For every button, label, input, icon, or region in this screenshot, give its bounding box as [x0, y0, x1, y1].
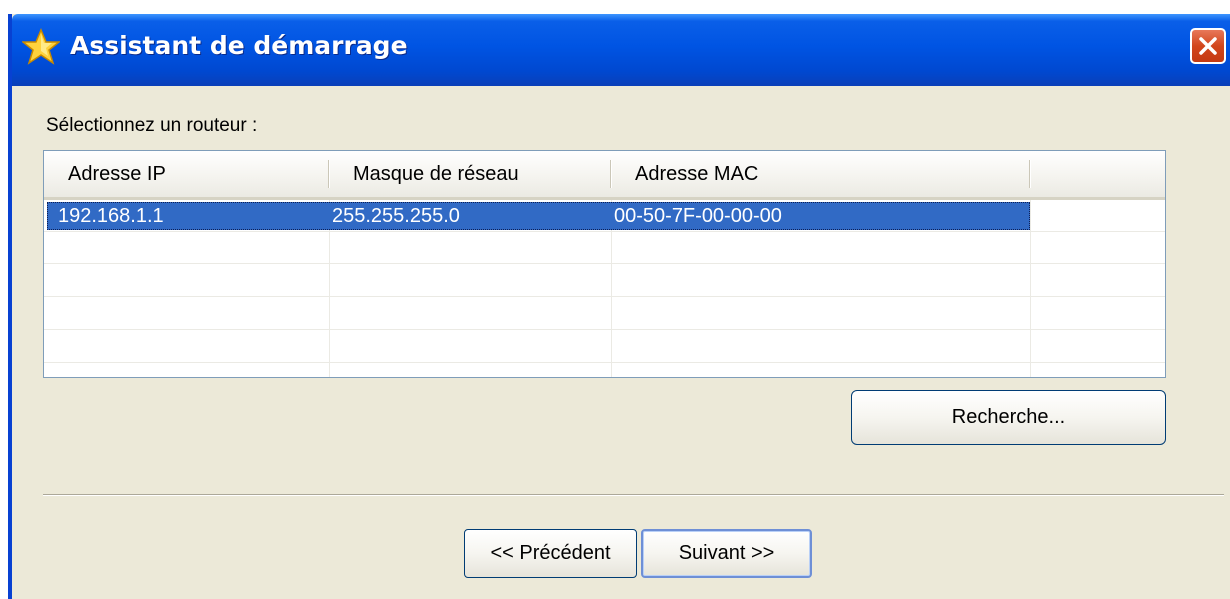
column-header-empty: [1030, 151, 1165, 197]
cell-ip: 192.168.1.1: [58, 205, 164, 227]
close-icon: [1199, 37, 1217, 55]
close-button[interactable]: [1190, 28, 1226, 64]
title-bar[interactable]: Assistant de démarrage: [12, 14, 1230, 86]
divider: [43, 494, 1224, 496]
column-header-ip[interactable]: Adresse IP: [44, 151, 328, 197]
column-header-mask[interactable]: Masque de réseau: [329, 151, 610, 197]
router-select-label: Sélectionnez un routeur :: [46, 115, 258, 136]
window-title: Assistant de démarrage: [70, 31, 408, 60]
router-list[interactable]: Adresse IP Masque de réseau Adresse MAC …: [43, 150, 1166, 378]
dialog-window: Assistant de démarrage Sélectionnez un r…: [8, 14, 1230, 599]
previous-button[interactable]: << Précédent: [464, 529, 637, 578]
grid-line: [44, 329, 1165, 330]
grid-line: [1030, 200, 1031, 377]
grid-line: [44, 362, 1165, 363]
column-header-mac[interactable]: Adresse MAC: [611, 151, 1029, 197]
list-header: Adresse IP Masque de réseau Adresse MAC: [44, 151, 1165, 200]
grid-line: [44, 296, 1165, 297]
search-button[interactable]: Recherche...: [851, 390, 1166, 445]
table-row[interactable]: [47, 202, 1030, 230]
grid-line: [44, 263, 1165, 264]
cell-mac: 00-50-7F-00-00-00: [614, 205, 782, 227]
cell-mask: 255.255.255.0: [332, 205, 460, 227]
grid-line: [44, 231, 1165, 232]
star-icon: [20, 28, 62, 66]
next-button[interactable]: Suivant >>: [641, 529, 812, 578]
